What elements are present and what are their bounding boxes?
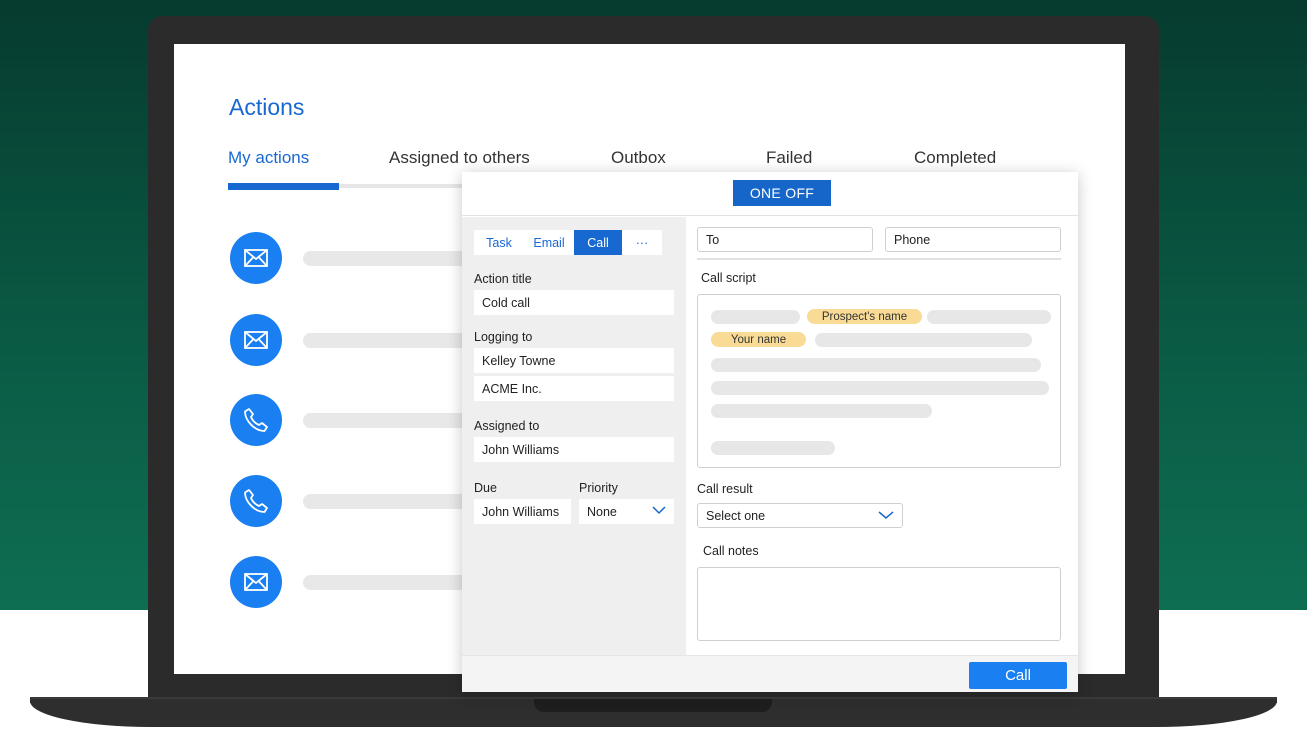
- priority-label: Priority: [579, 481, 618, 495]
- envelope-icon: [230, 556, 282, 608]
- phone-field[interactable]: Phone: [885, 227, 1061, 252]
- logging-contact-field[interactable]: Kelley Towne: [474, 348, 674, 373]
- tab-completed[interactable]: Completed: [914, 148, 996, 168]
- placeholder-line: [711, 441, 835, 455]
- placeholder-line: [711, 358, 1041, 372]
- action-details-panel: Task Email Call ··· Action title Cold ca…: [462, 217, 686, 655]
- envelope-icon: [230, 232, 282, 284]
- phone-icon: [230, 394, 282, 446]
- action-title-label: Action title: [474, 272, 532, 286]
- to-field[interactable]: To: [697, 227, 873, 252]
- due-label: Due: [474, 481, 497, 495]
- laptop-notch: [534, 699, 772, 712]
- modal-footer: Call: [462, 655, 1078, 692]
- call-result-select[interactable]: Select one: [697, 503, 903, 528]
- placeholder-line: [927, 310, 1051, 324]
- placeholder-line: [815, 333, 1032, 347]
- envelope-icon: [230, 314, 282, 366]
- priority-select[interactable]: None: [579, 499, 674, 524]
- call-panel: To Phone Call script Prospect's name You…: [686, 217, 1078, 655]
- due-field[interactable]: John Williams: [474, 499, 571, 524]
- assigned-to-label: Assigned to: [474, 419, 540, 433]
- call-script-box[interactable]: Prospect's name Your name: [697, 294, 1061, 468]
- one-off-button[interactable]: ONE OFF: [733, 180, 831, 206]
- call-script-label: Call script: [701, 271, 756, 285]
- tab-outbox[interactable]: Outbox: [611, 148, 666, 168]
- logging-to-label: Logging to: [474, 330, 533, 344]
- modal-header: ONE OFF: [462, 172, 1078, 216]
- prospect-name-tag[interactable]: Prospect's name: [807, 309, 922, 324]
- logging-company-field[interactable]: ACME Inc.: [474, 376, 674, 401]
- tab-call[interactable]: Call: [574, 230, 622, 255]
- tab-active-indicator: [228, 183, 339, 190]
- chevron-down-icon: [652, 506, 666, 515]
- page-title: Actions: [229, 94, 305, 120]
- tab-task[interactable]: Task: [474, 230, 524, 255]
- tab-my-actions[interactable]: My actions: [228, 148, 309, 168]
- placeholder-line: [711, 381, 1049, 395]
- call-result-label: Call result: [697, 482, 753, 496]
- call-notes-field[interactable]: [697, 567, 1061, 641]
- phone-icon: [230, 475, 282, 527]
- action-type-tabs: Task Email Call ···: [474, 230, 662, 255]
- tab-email[interactable]: Email: [524, 230, 574, 255]
- call-notes-label: Call notes: [703, 544, 759, 558]
- action-title-field[interactable]: Cold call: [474, 290, 674, 315]
- placeholder-line: [711, 404, 932, 418]
- your-name-tag[interactable]: Your name: [711, 332, 806, 347]
- call-result-value: Select one: [706, 508, 766, 523]
- priority-value: None: [587, 504, 617, 519]
- assigned-to-field[interactable]: John Williams: [474, 437, 674, 462]
- tab-assigned-to-others[interactable]: Assigned to others: [389, 148, 530, 168]
- one-off-modal: ONE OFF Task Email Call ··· Action title…: [462, 172, 1078, 692]
- more-options-icon[interactable]: ···: [622, 230, 662, 255]
- call-button[interactable]: Call: [969, 662, 1067, 689]
- placeholder-line: [711, 310, 800, 324]
- tab-failed[interactable]: Failed: [766, 148, 812, 168]
- divider: [697, 258, 1061, 260]
- chevron-down-icon: [878, 511, 894, 519]
